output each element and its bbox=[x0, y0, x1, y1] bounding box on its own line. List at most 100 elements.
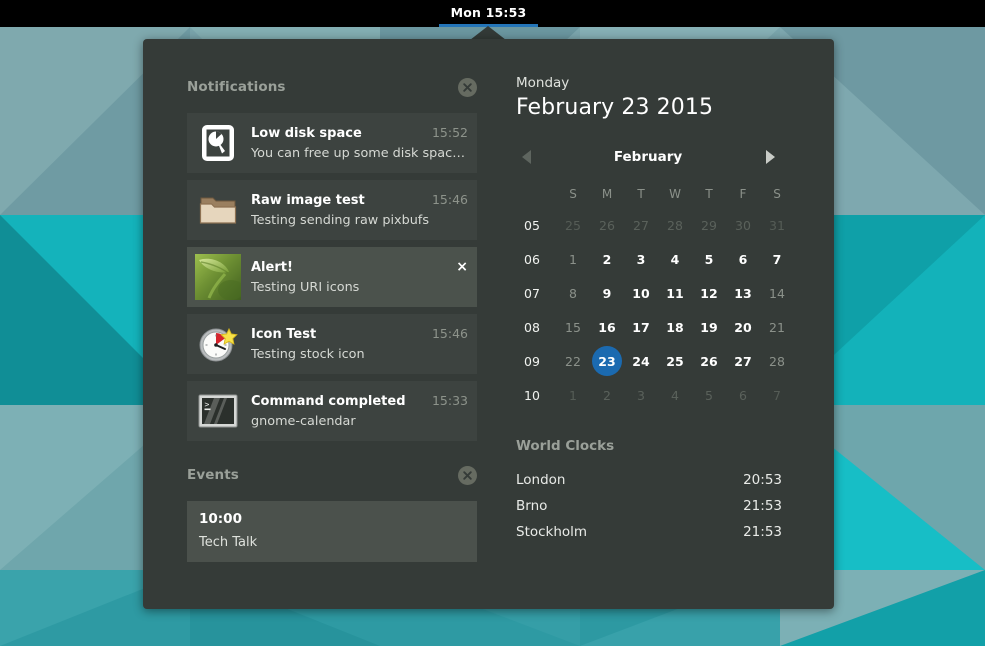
calendar-day[interactable]: 28 bbox=[762, 346, 792, 376]
notification-text: Alert! × Testing URI icons bbox=[251, 260, 468, 295]
notification-time: 15:46 bbox=[432, 192, 468, 207]
notification-body: Testing stock icon bbox=[251, 347, 468, 362]
table-row[interactable]: Raw image test 15:46 Testing sending raw… bbox=[187, 180, 477, 240]
notification-time: 15:46 bbox=[432, 326, 468, 341]
calendar-day[interactable]: 24 bbox=[626, 346, 656, 376]
calendar-day[interactable]: 19 bbox=[694, 312, 724, 342]
table-row[interactable]: > Command completed 15:33 gnome-calendar bbox=[187, 381, 477, 441]
calendar-day[interactable]: 4 bbox=[660, 380, 690, 410]
notification-body: Testing sending raw pixbufs bbox=[251, 213, 468, 228]
calendar-day[interactable]: 1 bbox=[558, 244, 588, 274]
svg-text:>: > bbox=[205, 400, 210, 409]
notification-text: Command completed 15:33 gnome-calendar bbox=[251, 393, 468, 429]
calendar-day[interactable]: 7 bbox=[762, 380, 792, 410]
calendar-week-number: 10 bbox=[516, 378, 556, 412]
notification-time: 15:33 bbox=[432, 393, 468, 408]
page-title: February 23 2015 bbox=[516, 95, 806, 120]
calendar-day[interactable]: 30 bbox=[728, 210, 758, 240]
desktop-screen: Mon 15:53 Notifications bbox=[0, 0, 985, 646]
calendar-day[interactable]: 6 bbox=[728, 380, 758, 410]
calendar-day[interactable]: 11 bbox=[660, 278, 690, 308]
calendar-month-name: February bbox=[614, 149, 682, 165]
notification-top-row: Low disk space 15:52 bbox=[251, 125, 468, 141]
calendar-day[interactable]: 10 bbox=[626, 278, 656, 308]
notification-title: Icon Test bbox=[251, 327, 316, 342]
chevron-right-icon[interactable] bbox=[758, 146, 780, 168]
notification-title: Low disk space bbox=[251, 126, 362, 141]
calendar-day[interactable]: 31 bbox=[762, 210, 792, 240]
calendar-day[interactable]: 25 bbox=[558, 210, 588, 240]
world-clock-city: Stockholm bbox=[516, 524, 587, 540]
list-item[interactable]: 10:00 Tech Talk bbox=[187, 501, 477, 562]
calendar-day[interactable]: 5 bbox=[694, 244, 724, 274]
calendar-day[interactable]: 17 bbox=[626, 312, 656, 342]
calendar-day[interactable]: 9 bbox=[592, 278, 622, 308]
topbar-clock-button[interactable]: Mon 15:53 bbox=[439, 0, 538, 27]
top-bar: Mon 15:53 bbox=[0, 0, 985, 27]
table-row[interactable]: Alert! × Testing URI icons bbox=[187, 247, 477, 307]
calendar-day[interactable]: 28 bbox=[660, 210, 690, 240]
disk-usage-icon bbox=[195, 120, 241, 166]
calendar-day[interactable]: 26 bbox=[592, 210, 622, 240]
calendar-day[interactable]: 26 bbox=[694, 346, 724, 376]
calendar-grid: SMTWTFS052526272829303106123456707891011… bbox=[516, 180, 806, 412]
close-circle-icon[interactable] bbox=[458, 78, 477, 97]
calendar-day[interactable]: 2 bbox=[592, 380, 622, 410]
close-circle-icon[interactable] bbox=[458, 466, 477, 485]
world-clock-time: 21:53 bbox=[743, 524, 782, 540]
calendar-day[interactable]: 27 bbox=[728, 346, 758, 376]
notification-title: Command completed bbox=[251, 394, 406, 409]
notification-title: Raw image test bbox=[251, 193, 365, 208]
calendar-day-today[interactable]: 23 bbox=[592, 346, 622, 376]
notification-body: Testing URI icons bbox=[251, 280, 468, 295]
table-row[interactable]: Low disk space 15:52 You can free up som… bbox=[187, 113, 477, 173]
world-clocks-title: World Clocks bbox=[516, 438, 782, 454]
event-name: Tech Talk bbox=[199, 535, 465, 550]
calendar-day[interactable]: 5 bbox=[694, 380, 724, 410]
calendar-day[interactable]: 21 bbox=[762, 312, 792, 342]
calendar-day[interactable]: 12 bbox=[694, 278, 724, 308]
calendar-week-number: 06 bbox=[516, 242, 556, 276]
calendar-day[interactable]: 29 bbox=[694, 210, 724, 240]
calendar-day[interactable]: 2 bbox=[592, 244, 622, 274]
calendar-day[interactable]: 3 bbox=[626, 244, 656, 274]
calendar-day[interactable]: 15 bbox=[558, 312, 588, 342]
calendar-week-number: 05 bbox=[516, 208, 556, 242]
calendar-day[interactable]: 16 bbox=[592, 312, 622, 342]
calendar-day[interactable]: 8 bbox=[558, 278, 588, 308]
calendar-day[interactable]: 27 bbox=[626, 210, 656, 240]
calendar-day[interactable]: 20 bbox=[728, 312, 758, 342]
table-row[interactable]: Icon Test 15:46 Testing stock icon bbox=[187, 314, 477, 374]
notification-title: Alert! bbox=[251, 260, 293, 275]
notification-list: Low disk space 15:52 You can free up som… bbox=[187, 113, 477, 441]
calendar-day[interactable]: 18 bbox=[660, 312, 690, 342]
calendar-week-number: 08 bbox=[516, 310, 556, 344]
calendar-day[interactable]: 4 bbox=[660, 244, 690, 274]
calendar-day-header: S bbox=[569, 180, 577, 208]
calendar-day[interactable]: 1 bbox=[558, 380, 588, 410]
notification-top-row: Alert! × bbox=[251, 260, 468, 275]
calendar-notification-popup: Notifications bbox=[143, 39, 834, 609]
clock-star-icon bbox=[195, 321, 241, 367]
calendar-day[interactable]: 25 bbox=[660, 346, 690, 376]
notification-time: 15:52 bbox=[432, 125, 468, 140]
calendar-day[interactable]: 7 bbox=[762, 244, 792, 274]
world-clock-row: Brno21:53 bbox=[516, 493, 782, 519]
world-clock-city: London bbox=[516, 472, 566, 488]
world-clock-row: Stockholm 21:53 bbox=[516, 519, 782, 545]
world-clock-city: Brno bbox=[516, 498, 547, 514]
notification-top-row: Icon Test 15:46 bbox=[251, 326, 468, 342]
calendar-day-header: T bbox=[637, 180, 644, 208]
close-icon[interactable]: × bbox=[452, 260, 468, 274]
calendar-day[interactable]: 3 bbox=[626, 380, 656, 410]
notification-text: Icon Test 15:46 Testing stock icon bbox=[251, 326, 468, 362]
chevron-left-icon[interactable] bbox=[516, 146, 538, 168]
calendar-day[interactable]: 14 bbox=[762, 278, 792, 308]
month-navigation: February bbox=[516, 144, 780, 170]
calendar-column: Monday February 23 2015 February SMTWTFS… bbox=[477, 39, 850, 609]
calendar-day[interactable]: 13 bbox=[728, 278, 758, 308]
notification-body: You can free up some disk space... bbox=[251, 146, 468, 161]
calendar-day[interactable]: 6 bbox=[728, 244, 758, 274]
calendar-day[interactable]: 22 bbox=[558, 346, 588, 376]
world-clocks-section: World Clocks London20:53Brno21:53Stockho… bbox=[516, 438, 782, 545]
